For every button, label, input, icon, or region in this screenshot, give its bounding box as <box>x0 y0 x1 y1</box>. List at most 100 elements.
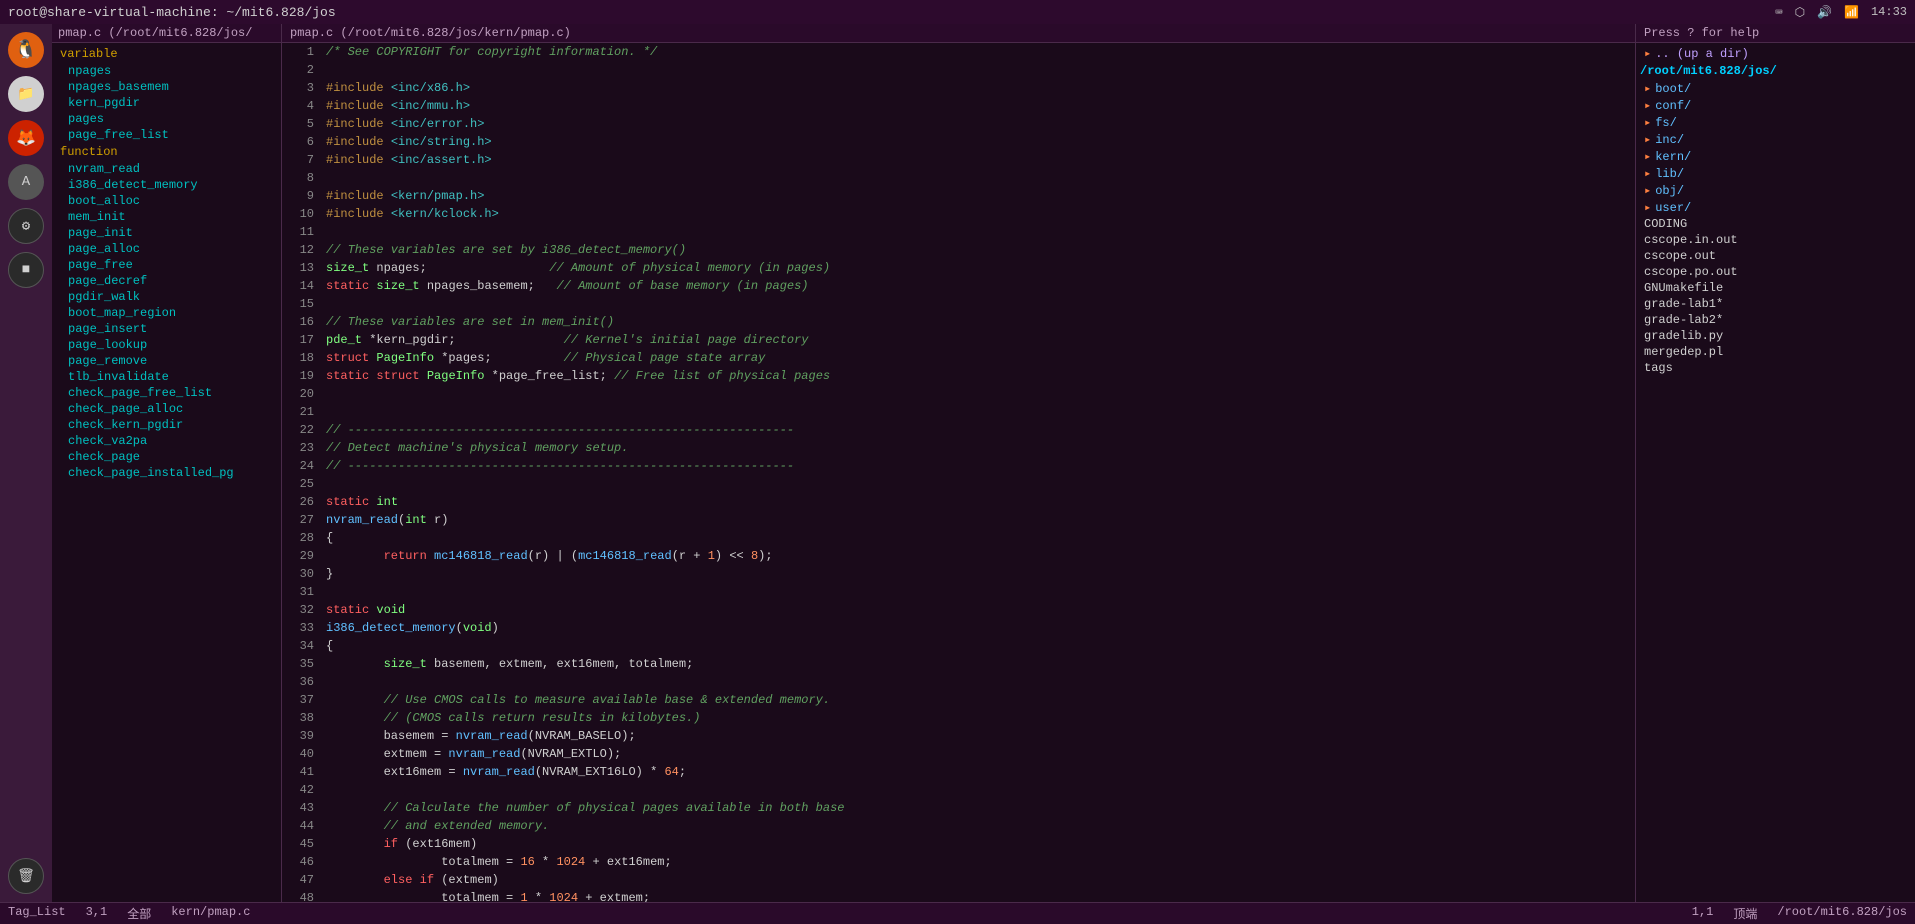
tag-item-page-decref[interactable]: page_decref <box>52 273 281 289</box>
file-up-dir[interactable]: ▸ .. (up a dir) <box>1636 45 1915 62</box>
file-item-grade-lab2[interactable]: grade-lab2* <box>1636 312 1915 328</box>
code-line-12[interactable]: 12// These variables are set by i386_det… <box>282 241 1635 259</box>
file-item-conf[interactable]: ▸conf/ <box>1636 97 1915 114</box>
tag-item-check-page-free-list[interactable]: check_page_free_list <box>52 385 281 401</box>
file-item-inc[interactable]: ▸inc/ <box>1636 131 1915 148</box>
tag-item-npages[interactable]: npages <box>52 63 281 79</box>
code-line-33[interactable]: 33i386_detect_memory(void) <box>282 619 1635 637</box>
file-panel-content[interactable]: ▸ .. (up a dir) /root/mit6.828/jos/ ▸boo… <box>1636 43 1915 902</box>
tag-item-page-lookup[interactable]: page_lookup <box>52 337 281 353</box>
code-line-39[interactable]: 39 basemem = nvram_read(NVRAM_BASELO); <box>282 727 1635 745</box>
tag-item-page-alloc[interactable]: page_alloc <box>52 241 281 257</box>
code-line-9[interactable]: 9#include <kern/pmap.h> <box>282 187 1635 205</box>
tag-item-check-va2pa[interactable]: check_va2pa <box>52 433 281 449</box>
code-line-48[interactable]: 48 totalmem = 1 * 1024 + extmem; <box>282 889 1635 902</box>
tag-item-mem-init[interactable]: mem_init <box>52 209 281 225</box>
code-line-43[interactable]: 43 // Calculate the number of physical p… <box>282 799 1635 817</box>
code-line-26[interactable]: 26static int <box>282 493 1635 511</box>
code-line-38[interactable]: 38 // (CMOS calls return results in kilo… <box>282 709 1635 727</box>
code-line-11[interactable]: 11 <box>282 223 1635 241</box>
code-line-7[interactable]: 7#include <inc/assert.h> <box>282 151 1635 169</box>
code-line-41[interactable]: 41 ext16mem = nvram_read(NVRAM_EXT16LO) … <box>282 763 1635 781</box>
tag-item-check-kern-pgdir[interactable]: check_kern_pgdir <box>52 417 281 433</box>
code-line-30[interactable]: 30} <box>282 565 1635 583</box>
ubuntu-icon[interactable]: 🐧 <box>8 32 44 68</box>
code-content[interactable]: 1/* See COPYRIGHT for copyright informat… <box>282 43 1635 902</box>
code-line-36[interactable]: 36 <box>282 673 1635 691</box>
file-item-tags[interactable]: tags <box>1636 360 1915 376</box>
tag-item-i386-detect-memory[interactable]: i386_detect_memory <box>52 177 281 193</box>
file-item-cscope-po-out[interactable]: cscope.po.out <box>1636 264 1915 280</box>
tag-item-page-free-list[interactable]: page_free_list <box>52 127 281 143</box>
code-line-3[interactable]: 3#include <inc/x86.h> <box>282 79 1635 97</box>
code-line-16[interactable]: 16// These variables are set in mem_init… <box>282 313 1635 331</box>
code-line-5[interactable]: 5#include <inc/error.h> <box>282 115 1635 133</box>
tag-item-check-page-alloc[interactable]: check_page_alloc <box>52 401 281 417</box>
file-item-obj[interactable]: ▸obj/ <box>1636 182 1915 199</box>
tag-panel-content[interactable]: variable npages npages_basemem kern_pgdi… <box>52 43 281 902</box>
tag-item-page-init[interactable]: page_init <box>52 225 281 241</box>
code-line-24[interactable]: 24// -----------------------------------… <box>282 457 1635 475</box>
code-line-28[interactable]: 28{ <box>282 529 1635 547</box>
app-icon[interactable]: A <box>8 164 44 200</box>
code-line-10[interactable]: 10#include <kern/kclock.h> <box>282 205 1635 223</box>
tag-item-page-free[interactable]: page_free <box>52 257 281 273</box>
code-line-47[interactable]: 47 else if (extmem) <box>282 871 1635 889</box>
code-line-40[interactable]: 40 extmem = nvram_read(NVRAM_EXTLO); <box>282 745 1635 763</box>
file-item-boot[interactable]: ▸boot/ <box>1636 80 1915 97</box>
code-line-2[interactable]: 2 <box>282 61 1635 79</box>
file-item-fs[interactable]: ▸fs/ <box>1636 114 1915 131</box>
code-line-25[interactable]: 25 <box>282 475 1635 493</box>
code-line-17[interactable]: 17pde_t *kern_pgdir; // Kernel's initial… <box>282 331 1635 349</box>
code-line-19[interactable]: 19static struct PageInfo *page_free_list… <box>282 367 1635 385</box>
files-icon[interactable]: 📁 <box>8 76 44 112</box>
trash-icon[interactable]: 🗑 <box>8 858 44 894</box>
code-line-13[interactable]: 13size_t npages; // Amount of physical m… <box>282 259 1635 277</box>
file-item-gnumakefile[interactable]: GNUmakefile <box>1636 280 1915 296</box>
firefox-icon[interactable]: 🦊 <box>8 120 44 156</box>
tag-item-npages-basemem[interactable]: npages_basemem <box>52 79 281 95</box>
code-line-45[interactable]: 45 if (ext16mem) <box>282 835 1635 853</box>
file-item-cscope-in-out[interactable]: cscope.in.out <box>1636 232 1915 248</box>
tag-item-nvram-read[interactable]: nvram_read <box>52 161 281 177</box>
code-line-22[interactable]: 22// -----------------------------------… <box>282 421 1635 439</box>
file-item-kern[interactable]: ▸kern/ <box>1636 148 1915 165</box>
code-line-18[interactable]: 18struct PageInfo *pages; // Physical pa… <box>282 349 1635 367</box>
code-line-32[interactable]: 32static void <box>282 601 1635 619</box>
file-item-cscope-out[interactable]: cscope.out <box>1636 248 1915 264</box>
code-line-42[interactable]: 42 <box>282 781 1635 799</box>
code-line-37[interactable]: 37 // Use CMOS calls to measure availabl… <box>282 691 1635 709</box>
file-item-coding[interactable]: CODING <box>1636 216 1915 232</box>
tag-item-boot-alloc[interactable]: boot_alloc <box>52 193 281 209</box>
file-item-user[interactable]: ▸user/ <box>1636 199 1915 216</box>
tag-item-tlb-invalidate[interactable]: tlb_invalidate <box>52 369 281 385</box>
tag-item-boot-map-region[interactable]: boot_map_region <box>52 305 281 321</box>
code-line-27[interactable]: 27nvram_read(int r) <box>282 511 1635 529</box>
tag-item-check-page-installed[interactable]: check_page_installed_pg <box>52 465 281 481</box>
code-line-46[interactable]: 46 totalmem = 16 * 1024 + ext16mem; <box>282 853 1635 871</box>
settings-icon[interactable]: ⚙ <box>8 208 44 244</box>
code-line-29[interactable]: 29 return mc146818_read(r) | (mc146818_r… <box>282 547 1635 565</box>
code-line-4[interactable]: 4#include <inc/mmu.h> <box>282 97 1635 115</box>
code-line-44[interactable]: 44 // and extended memory. <box>282 817 1635 835</box>
tag-item-pages[interactable]: pages <box>52 111 281 127</box>
code-line-15[interactable]: 15 <box>282 295 1635 313</box>
code-line-1[interactable]: 1/* See COPYRIGHT for copyright informat… <box>282 43 1635 61</box>
code-line-31[interactable]: 31 <box>282 583 1635 601</box>
tag-item-page-insert[interactable]: page_insert <box>52 321 281 337</box>
tag-item-pgdir-walk[interactable]: pgdir_walk <box>52 289 281 305</box>
code-line-20[interactable]: 20 <box>282 385 1635 403</box>
code-line-21[interactable]: 21 <box>282 403 1635 421</box>
file-item-mergedep[interactable]: mergedep.pl <box>1636 344 1915 360</box>
code-line-6[interactable]: 6#include <inc/string.h> <box>282 133 1635 151</box>
code-line-23[interactable]: 23// Detect machine's physical memory se… <box>282 439 1635 457</box>
file-item-grade-lab1[interactable]: grade-lab1* <box>1636 296 1915 312</box>
code-line-34[interactable]: 34{ <box>282 637 1635 655</box>
code-line-14[interactable]: 14static size_t npages_basemem; // Amoun… <box>282 277 1635 295</box>
tag-item-check-page[interactable]: check_page <box>52 449 281 465</box>
code-line-35[interactable]: 35 size_t basemem, extmem, ext16mem, tot… <box>282 655 1635 673</box>
terminal-icon[interactable]: ■ <box>8 252 44 288</box>
code-line-8[interactable]: 8 <box>282 169 1635 187</box>
file-item-gradelib[interactable]: gradelib.py <box>1636 328 1915 344</box>
tag-item-kern-pgdir[interactable]: kern_pgdir <box>52 95 281 111</box>
